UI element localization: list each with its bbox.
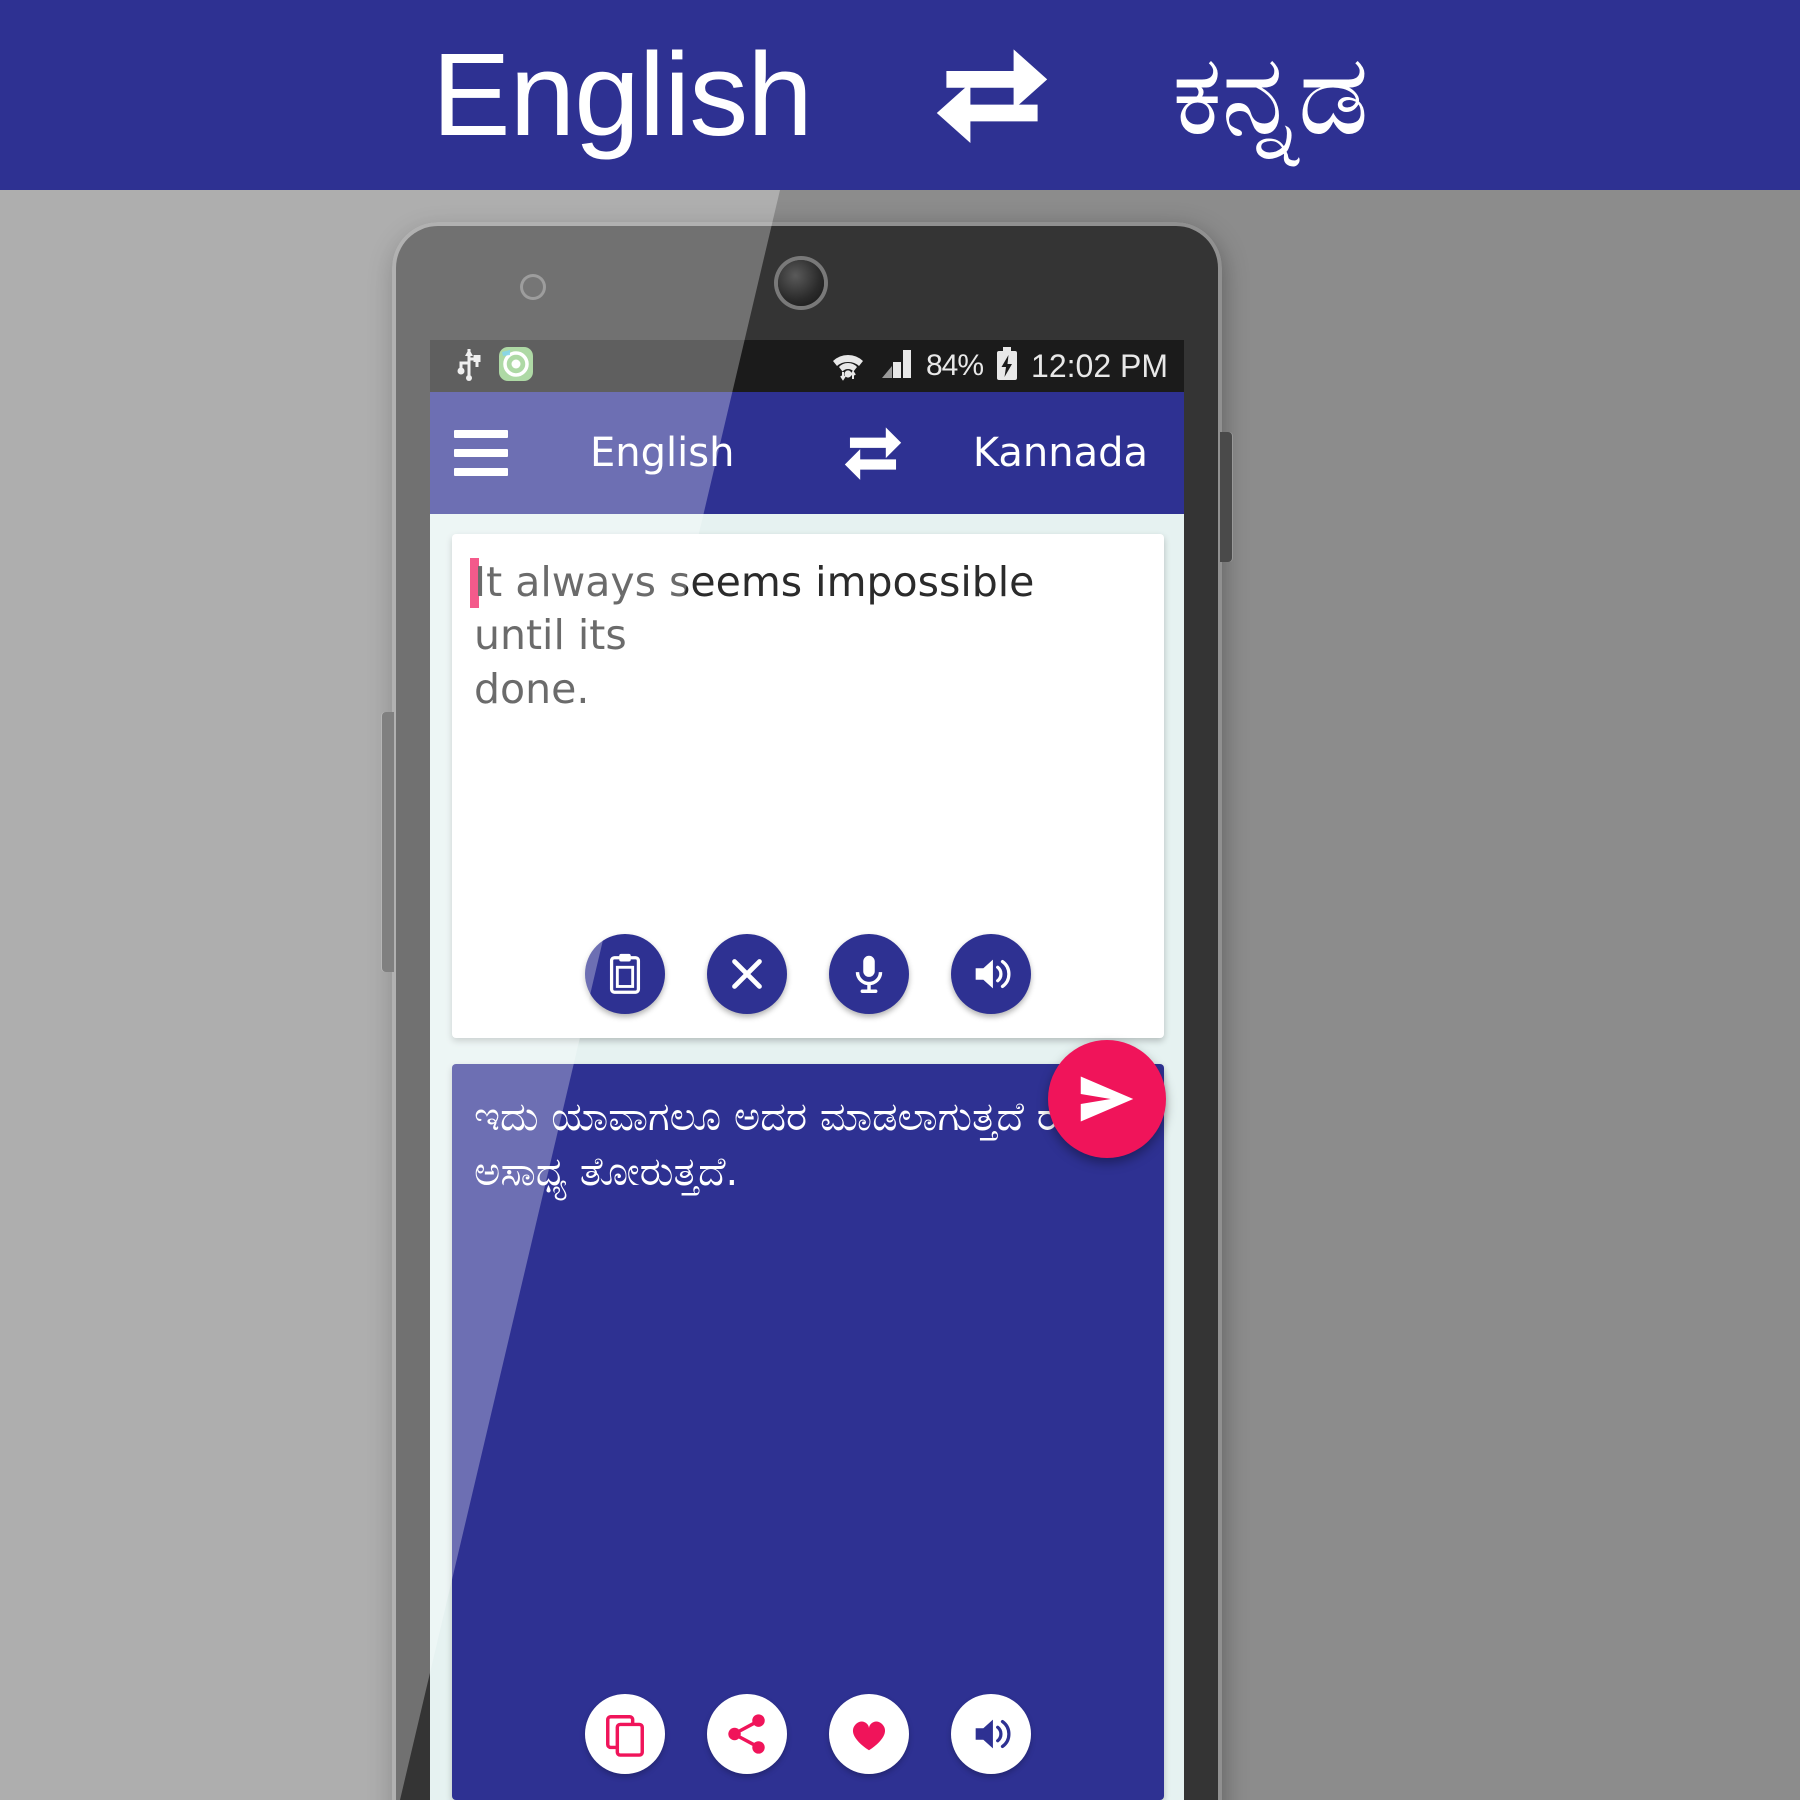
promo-banner: English ಕನ್ನಡ: [0, 0, 1800, 190]
status-bar-clock: 12:02 PM: [1031, 347, 1168, 384]
translated-text-card: ಇದು ಯಾವಾಗಲೂ ಅದರ ಮಾಡಲಾಗುತ್ತದೆ ರವರೆಗೆ ಅಸಾಧ…: [452, 1064, 1164, 1800]
speak-result-button[interactable]: [951, 1694, 1031, 1774]
result-actions-row: [452, 1694, 1164, 1774]
wifi-icon: [828, 347, 868, 386]
source-text-card: It always seems impossible until its don…: [452, 534, 1164, 1038]
front-camera-icon: [778, 260, 824, 306]
phone-screen: 84% 12:02 PM English Kannada It always s…: [430, 340, 1184, 1800]
battery-percent-label: 84%: [925, 349, 984, 382]
usb-icon: [456, 347, 482, 386]
translate-send-button[interactable]: [1048, 1040, 1166, 1158]
status-bar: 84% 12:02 PM: [430, 340, 1184, 392]
proximity-sensor-icon: [520, 274, 546, 300]
cell-signal-icon: [880, 348, 914, 385]
source-text-input[interactable]: It always seems impossible until its don…: [474, 556, 1134, 716]
battery-charging-icon: [995, 346, 1019, 386]
speak-source-button[interactable]: [951, 934, 1031, 1014]
volume-button[interactable]: [382, 712, 394, 972]
app-toolbar: English Kannada: [430, 392, 1184, 514]
target-language-selector[interactable]: Kannada: [973, 430, 1148, 476]
status-bar-left: [456, 346, 534, 387]
favorite-button[interactable]: [829, 1694, 909, 1774]
clear-button[interactable]: [707, 934, 787, 1014]
translated-text: ಇದು ಯಾವಾಗಲೂ ಅದರ ಮಾಡಲಾಗುತ್ತದೆ ರವರೆಗೆ ಅಸಾಧ…: [474, 1094, 1130, 1196]
phone-mockup: 84% 12:02 PM English Kannada It always s…: [382, 222, 1232, 1800]
swap-arrows-icon: [932, 35, 1052, 155]
source-language-selector[interactable]: English: [590, 430, 734, 476]
swap-languages-button[interactable]: [841, 421, 905, 485]
voice-input-button[interactable]: [829, 934, 909, 1014]
banner-source-language: English: [431, 29, 813, 161]
power-button[interactable]: [1220, 432, 1232, 562]
status-bar-right: 84% 12:02 PM: [828, 346, 1168, 386]
copy-button[interactable]: [585, 1694, 665, 1774]
banner-target-language: ಕನ್ನಡ: [1171, 32, 1369, 157]
paste-button[interactable]: [585, 934, 665, 1014]
source-actions-row: [452, 934, 1164, 1014]
hamburger-menu-icon[interactable]: [454, 416, 528, 490]
share-button[interactable]: [707, 1694, 787, 1774]
recorder-app-icon: [498, 346, 534, 387]
screenshot-stage: 84% 12:02 PM English Kannada It always s…: [0, 190, 1800, 1800]
